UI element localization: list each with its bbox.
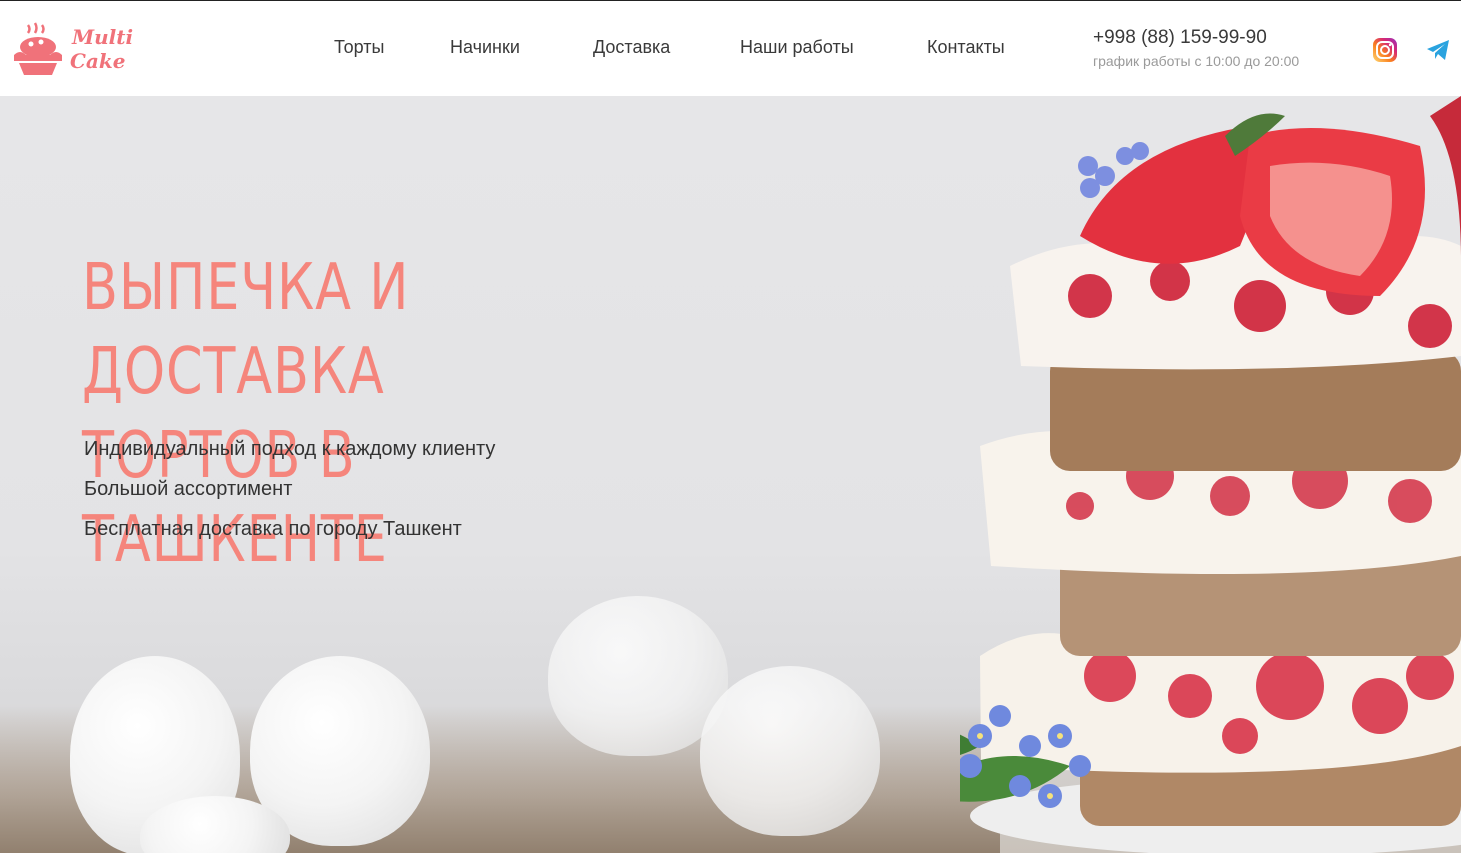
contact-block: +998 (88) 159-99-90 график работы с 10:0… xyxy=(1093,27,1299,69)
logo[interactable]: Multi Cake xyxy=(10,19,133,81)
feature-item: Индивидуальный подход к каждому клиенту xyxy=(84,438,496,460)
telegram-icon[interactable] xyxy=(1425,37,1451,63)
hero-title-line-1: ВЫПЕЧКА И ДОСТАВКА xyxy=(82,251,410,409)
site-header: Multi Cake Торты Начинки Доставка Наши р… xyxy=(0,0,1461,96)
logo-line-2: Cake xyxy=(70,49,126,73)
logo-line-1: Multi xyxy=(72,25,134,49)
working-hours: график работы с 10:00 до 20:00 xyxy=(1093,53,1300,69)
logo-text: Multi Cake xyxy=(70,25,142,73)
nav-item-fillings[interactable]: Начинки xyxy=(450,37,520,58)
hero-banner: ВЫПЕЧКА И ДОСТАВКА ТОРТОВ В ТАШКЕНТЕ Инд… xyxy=(0,96,1461,853)
feature-item: Большой ассортимент xyxy=(84,478,293,500)
meringue-image xyxy=(548,596,728,756)
nav-item-our-works[interactable]: Наши работы xyxy=(740,37,854,58)
phone-number[interactable]: +998 (88) 159-99-90 xyxy=(1093,27,1299,49)
cake-logo-icon xyxy=(14,22,62,75)
nav-item-contacts[interactable]: Контакты xyxy=(927,37,1005,58)
feature-item: Бесплатная доставка по городу Ташкент xyxy=(84,518,462,540)
nav-item-delivery[interactable]: Доставка xyxy=(593,37,670,58)
features-list: Индивидуальный подход к каждому клиенту … xyxy=(84,436,495,556)
instagram-icon[interactable] xyxy=(1372,37,1398,63)
meringue-image xyxy=(700,666,880,836)
cake-image xyxy=(960,96,1461,853)
nav-item-cakes[interactable]: Торты xyxy=(334,37,384,58)
